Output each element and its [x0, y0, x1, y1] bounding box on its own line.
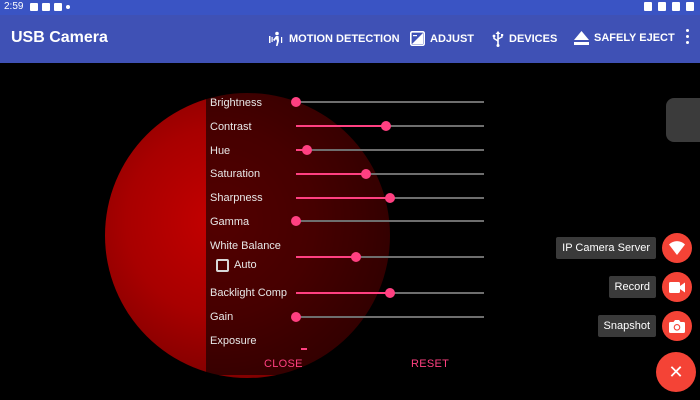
vibrate-icon [658, 2, 666, 11]
videocam-icon [669, 281, 685, 293]
safely-eject-button[interactable]: SAFELY EJECT [574, 31, 675, 45]
gain-label: Gain [210, 311, 234, 323]
wifi-status-icon [672, 2, 680, 11]
adjust-button[interactable]: ADJUST [410, 31, 474, 46]
white-balance-slider-fill [296, 256, 357, 258]
saturation-slider-fill [296, 173, 366, 175]
dot-notification-icon [66, 5, 70, 9]
saturation-label: Saturation [210, 168, 261, 180]
system-icons [644, 2, 694, 11]
more-vert-icon[interactable] [684, 29, 690, 47]
contrast-slider-fill [296, 125, 387, 127]
wifi-icon [669, 241, 685, 255]
backlight-comp-slider-fill [296, 292, 390, 294]
sharpness-slider-thumb[interactable] [385, 193, 395, 203]
sharpness-slider-fill [296, 197, 390, 199]
motion-icon [269, 31, 283, 46]
hue-slider[interactable] [296, 145, 484, 155]
fab-close-button[interactable]: ✕ [656, 352, 696, 392]
preview-thumbnail[interactable] [666, 98, 700, 142]
devices-label: DEVICES [509, 33, 558, 45]
record-label[interactable]: Record [608, 276, 656, 298]
adjust-icon [410, 31, 425, 46]
sharpness-slider[interactable] [296, 193, 484, 203]
usb-icon [492, 31, 504, 47]
notification-icons [30, 3, 70, 11]
contrast-label: Contrast [210, 121, 252, 133]
app-title: USB Camera [11, 29, 108, 46]
close-icon: ✕ [668, 361, 684, 382]
auto-label: Auto [234, 259, 257, 271]
brightness-slider-thumb[interactable] [291, 97, 301, 107]
status-time: 2:59 [4, 1, 24, 12]
snapshot-label[interactable]: Snapshot [597, 315, 656, 337]
close-button[interactable]: CLOSE [264, 358, 303, 370]
eject-icon [574, 31, 589, 45]
app-bar: USB Camera MOTION DETECTION ADJUST DEVIC… [0, 15, 700, 63]
camera-icon [669, 320, 685, 333]
battery-icon [644, 2, 652, 11]
gain-slider-thumb[interactable] [291, 312, 301, 322]
saturation-slider[interactable] [296, 169, 484, 179]
saturation-slider-thumb[interactable] [360, 169, 371, 179]
motion-detection-button[interactable]: MOTION DETECTION [268, 31, 400, 47]
airplane-icon [686, 2, 694, 11]
ip-camera-server-label[interactable]: IP Camera Server [556, 237, 656, 259]
gamma-label: Gamma [210, 216, 250, 228]
video-notification-icon [30, 3, 38, 11]
gamma-slider-thumb[interactable] [291, 216, 301, 226]
gain-slider[interactable] [291, 312, 484, 322]
contrast-slider[interactable] [296, 121, 484, 131]
status-bar: 2:59 [0, 0, 700, 15]
sharpness-label: Sharpness [210, 192, 263, 204]
devices-button[interactable]: DEVICES [492, 31, 557, 47]
exposure-slider-peek [301, 348, 307, 350]
motion-detection-label: MOTION DETECTION [289, 33, 400, 45]
adjust-label: ADJUST [430, 32, 475, 45]
snapshot-button[interactable] [662, 311, 692, 341]
exposure-label: Exposure [210, 335, 257, 347]
image-notification-icon [42, 3, 50, 11]
white-balance-slider[interactable] [296, 252, 484, 262]
brightness-slider[interactable] [291, 97, 484, 107]
backlight-comp-slider-thumb[interactable] [385, 288, 395, 298]
check-notification-icon [54, 3, 62, 11]
safely-eject-label: SAFELY EJECT [594, 32, 675, 44]
record-button[interactable] [662, 272, 692, 302]
gamma-slider[interactable] [291, 216, 484, 226]
auto-checkbox[interactable] [216, 259, 229, 272]
brightness-label: Brightness [210, 97, 262, 109]
ip-camera-server-button[interactable] [662, 233, 692, 263]
hue-label: Hue [210, 145, 231, 157]
backlight-comp-label: Backlight Comp [210, 287, 288, 299]
reset-button[interactable]: RESET [411, 358, 449, 370]
white-balance-label: White Balance [210, 240, 281, 252]
backlight-comp-slider[interactable] [296, 288, 484, 298]
